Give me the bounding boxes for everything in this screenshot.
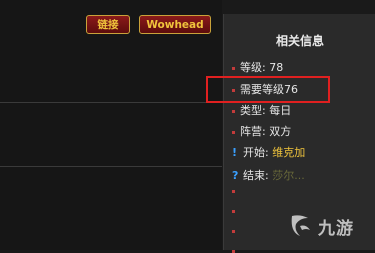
info-row-label: 类型: 每日	[240, 104, 292, 117]
info-row-end: ? 结束: 莎尔...	[232, 168, 305, 184]
quest-end-npc-link[interactable]: 莎尔...	[272, 169, 305, 182]
bullet-icon	[232, 109, 235, 113]
info-row-label: 阵营: 双方	[240, 125, 292, 138]
info-row-label: 结束:	[243, 169, 273, 182]
main-content-area	[0, 0, 222, 250]
highlight-box	[206, 76, 330, 103]
bullet-icon	[232, 230, 235, 233]
bullet-icon	[232, 210, 235, 213]
info-row-type: 类型: 每日	[232, 103, 291, 119]
quest-end-icon: ?	[232, 169, 239, 182]
jiuyou-logo-icon	[291, 215, 310, 236]
info-row-faction: 阵营: 双方	[232, 124, 291, 140]
divider	[0, 166, 222, 167]
panel-title: 相关信息	[275, 34, 324, 48]
bullet-icon	[232, 130, 235, 134]
info-row-label: 等级: 78	[240, 61, 284, 74]
wowhead-button[interactable]: Wowhead	[139, 15, 211, 34]
bullet-icon	[232, 66, 235, 70]
bullet-icon	[232, 190, 235, 193]
link-button[interactable]: 链接	[86, 15, 130, 34]
info-row-label: 开始:	[243, 146, 273, 159]
info-row-level: 等级: 78	[232, 60, 283, 76]
divider	[0, 102, 222, 103]
quest-start-npc-link[interactable]: 维克加	[272, 146, 305, 159]
watermark-text: 九游	[318, 218, 354, 239]
info-row-start: ! 开始: 维克加	[232, 145, 305, 161]
watermark: 九游	[286, 210, 370, 242]
quest-start-icon: !	[232, 146, 238, 159]
